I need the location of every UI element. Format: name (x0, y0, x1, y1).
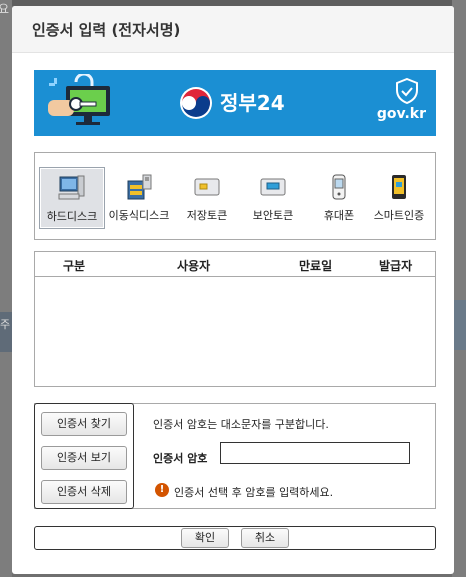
banner-domain: gov.kr (376, 106, 426, 122)
backdrop-panel-fragment: 주 (0, 312, 12, 352)
desktop-computer-icon (58, 175, 85, 200)
gov24-banner: 정부24 gov.kr (34, 70, 436, 136)
confirm-button[interactable]: 확인 (181, 528, 229, 548)
backdrop-right (452, 0, 466, 577)
media-item-security-token[interactable]: 보안토큰 (241, 167, 305, 227)
password-label: 인증서 암호 (153, 452, 208, 465)
certificate-dialog: 인증서 입력 (전자서명) 정부24 gov.kr 하드디스크 이동식디스크 저… (12, 6, 454, 574)
dialog-footer: 확인 취소 (34, 526, 436, 550)
media-label: 스마트인증 (373, 209, 425, 222)
backdrop-text-fragment: 요 (0, 2, 10, 16)
warning-message: 인증서 선택 후 암호를 입력하세요. (174, 486, 334, 499)
certificate-password-input[interactable] (220, 442, 410, 464)
security-token-icon (260, 178, 286, 196)
banner-brand: 정부24 (220, 91, 285, 115)
removable-disk-icon (127, 174, 152, 200)
find-certificate-button[interactable]: 인증서 찾기 (41, 412, 127, 436)
dialog-title: 인증서 입력 (전자서명) (32, 21, 181, 39)
warning-icon: ! (155, 483, 169, 497)
media-item-hard-disk[interactable]: 하드디스크 (39, 167, 105, 229)
table-header-row: 구분 사용자 만료일 발급자 (35, 252, 435, 277)
media-item-smart-auth[interactable]: 스마트인증 (367, 167, 431, 227)
smart-auth-icon (392, 175, 406, 199)
media-item-storage-token[interactable]: 저장토큰 (175, 167, 239, 227)
backdrop-left (0, 0, 12, 577)
case-sensitivity-notice: 인증서 암호는 대소문자를 구분합니다. (153, 418, 329, 431)
shield-check-icon (396, 78, 418, 104)
password-section: 인증서 찾기 인증서 보기 인증서 삭제 인증서 암호는 대소문자를 구분합니다… (34, 403, 436, 509)
certificate-list-table[interactable]: 구분 사용자 만료일 발급자 (34, 251, 436, 387)
backdrop-text-fragment-mid: 주 (0, 318, 11, 331)
storage-media-selector: 하드디스크 이동식디스크 저장토큰 보안토큰 휴대폰 스마트인증 (34, 152, 436, 240)
delete-certificate-button[interactable]: 인증서 삭제 (41, 480, 127, 504)
view-certificate-button[interactable]: 인증서 보기 (41, 446, 127, 470)
certificate-action-buttons: 인증서 찾기 인증서 보기 인증서 삭제 (34, 403, 134, 509)
government-taegeuk-logo-icon (180, 87, 212, 119)
storage-token-icon (194, 178, 220, 196)
backdrop-panel-fragment-right (452, 300, 466, 350)
column-header-expiry: 만료일 (299, 259, 333, 273)
column-header-type: 구분 (63, 259, 86, 273)
mobile-phone-icon (332, 174, 346, 200)
column-header-issuer: 발급자 (379, 259, 413, 273)
column-header-user: 사용자 (177, 259, 211, 273)
dialog-header: 인증서 입력 (전자서명) (12, 6, 454, 53)
certificate-key-illustration-icon (48, 74, 110, 125)
cancel-button[interactable]: 취소 (241, 528, 289, 548)
media-item-removable-disk[interactable]: 이동식디스크 (107, 167, 171, 227)
